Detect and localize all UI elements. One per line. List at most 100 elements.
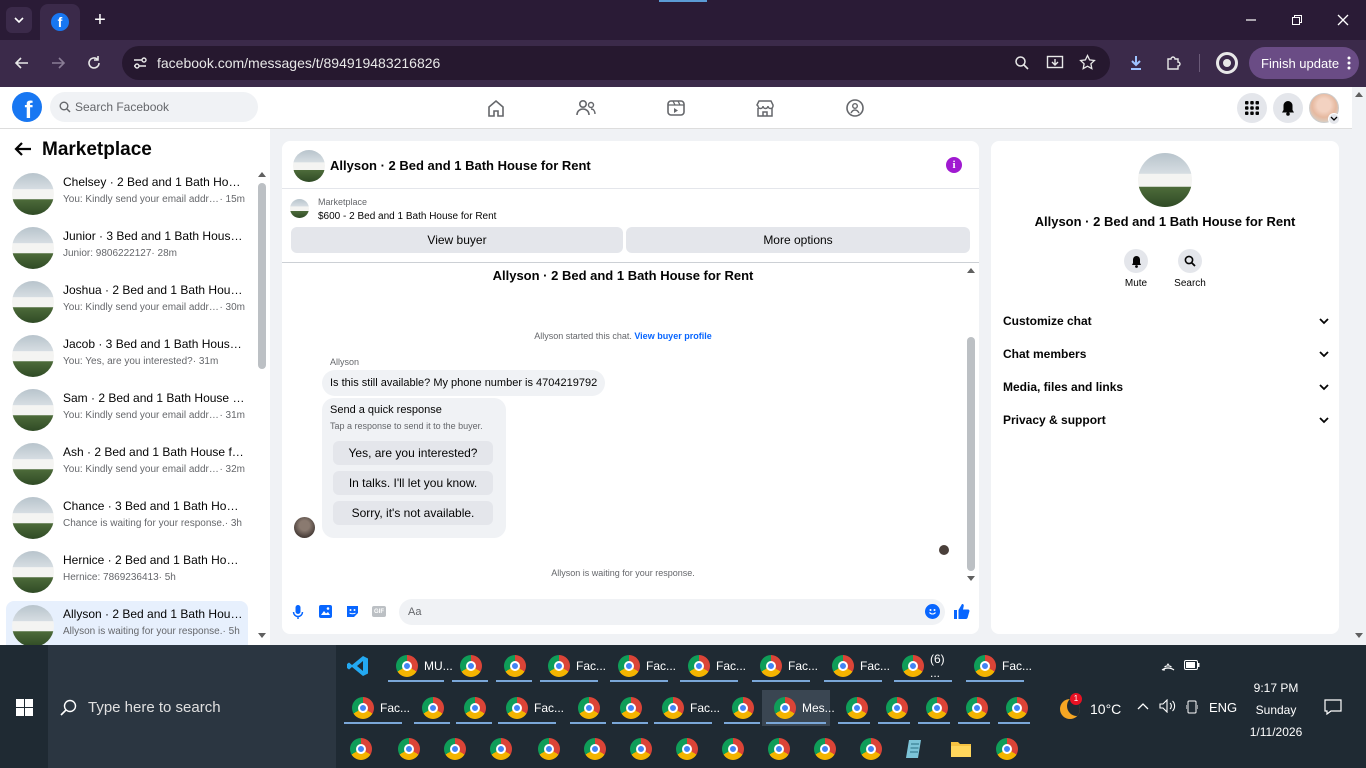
taskbar-chrome-window[interactable]: Fac... bbox=[962, 648, 1032, 684]
microphone-icon[interactable] bbox=[292, 604, 304, 620]
taskbar-chrome-window[interactable]: Fac... bbox=[820, 648, 890, 684]
taskbar-chrome-window[interactable] bbox=[574, 731, 618, 767]
back-arrow-icon[interactable] bbox=[14, 141, 32, 160]
attach-image-icon[interactable] bbox=[318, 604, 333, 619]
taskbar-search-box[interactable]: Type here to search bbox=[48, 645, 336, 768]
taskbar-chrome-window[interactable] bbox=[434, 731, 478, 767]
taskbar-chrome-window[interactable]: Mes... bbox=[762, 690, 835, 726]
taskbar-chrome-window[interactable]: MU... bbox=[384, 648, 453, 684]
taskbar-chrome-window[interactable]: Fac... bbox=[748, 648, 818, 684]
language-indicator[interactable]: ENG bbox=[1209, 700, 1237, 715]
taskbar-chrome-window[interactable]: (6) ... bbox=[890, 648, 956, 684]
taskbar-chrome-window[interactable]: Fac... bbox=[650, 690, 720, 726]
taskbar-chrome-window[interactable] bbox=[712, 731, 756, 767]
sidebar-scrollbar-track[interactable] bbox=[256, 169, 268, 645]
message-bubble[interactable]: Is this still available? My phone number… bbox=[322, 370, 606, 396]
taskbar-chrome-window[interactable] bbox=[620, 731, 664, 767]
mute-button[interactable]: Mute bbox=[1121, 249, 1151, 295]
show-hidden-icons-icon[interactable] bbox=[1137, 702, 1149, 710]
taskbar-chrome-window[interactable] bbox=[388, 731, 432, 767]
customize-chat-section[interactable]: Customize chat bbox=[1003, 311, 1329, 331]
taskbar-chrome-window[interactable]: Fac... bbox=[676, 648, 746, 684]
taskbar-chrome-window[interactable] bbox=[834, 690, 874, 726]
taskbar-chrome-window[interactable] bbox=[874, 690, 914, 726]
restore-button[interactable] bbox=[1274, 0, 1320, 40]
sticker-icon[interactable] bbox=[345, 604, 360, 619]
taskbar-chrome-window[interactable] bbox=[410, 690, 454, 726]
scroll-down-icon[interactable] bbox=[967, 576, 975, 582]
taskbar-file-explorer[interactable] bbox=[950, 731, 980, 767]
notification-center-icon[interactable] bbox=[1324, 699, 1342, 715]
weather-widget[interactable]: 1 10°C bbox=[1058, 693, 1126, 721]
profile-icon[interactable] bbox=[1216, 52, 1238, 74]
chat-list-item[interactable]: Hernice · 2 Bed and 1 Bath House for Ren… bbox=[6, 547, 248, 599]
taskbar-chrome-window[interactable] bbox=[954, 690, 994, 726]
view-buyer-profile-link[interactable]: View buyer profile bbox=[634, 331, 711, 341]
search-in-chat-button[interactable]: Search bbox=[1174, 249, 1206, 295]
taskbar-vscode[interactable] bbox=[346, 648, 374, 684]
scroll-up-icon[interactable] bbox=[1355, 91, 1363, 97]
taskbar-chrome-window[interactable] bbox=[720, 690, 764, 726]
chat-list-item[interactable]: Junior · 3 Bed and 1 Bath House for Rent… bbox=[6, 223, 248, 275]
finish-update-button[interactable]: Finish update bbox=[1249, 47, 1359, 79]
active-tab[interactable]: f bbox=[40, 4, 80, 40]
taskbar-chrome-window[interactable] bbox=[666, 731, 710, 767]
tab-search-button[interactable] bbox=[6, 7, 32, 33]
site-info-icon[interactable] bbox=[132, 55, 148, 71]
menu-button[interactable] bbox=[1237, 93, 1267, 123]
marketplace-nav-icon[interactable] bbox=[753, 97, 777, 119]
close-window-button[interactable] bbox=[1320, 0, 1366, 40]
taskbar-chrome-window[interactable] bbox=[608, 690, 652, 726]
quick-response-yes[interactable]: Yes, are you interested? bbox=[333, 441, 493, 465]
taskbar-chrome-window[interactable] bbox=[758, 731, 802, 767]
friends-nav-icon[interactable] bbox=[574, 97, 598, 119]
taskbar-chrome-window[interactable] bbox=[492, 648, 536, 684]
taskbar-chrome-window[interactable]: Fac... bbox=[536, 648, 606, 684]
taskbar-chrome-window[interactable] bbox=[340, 731, 384, 767]
facebook-logo-icon[interactable]: f bbox=[12, 92, 42, 122]
bookmark-star-icon[interactable] bbox=[1079, 54, 1096, 71]
forward-button[interactable] bbox=[46, 51, 70, 75]
taskbar-chrome-window[interactable] bbox=[996, 731, 1026, 767]
sidebar-scrollbar-thumb[interactable] bbox=[258, 183, 266, 369]
chat-list-item[interactable]: Sam · 2 Bed and 1 Bath House for Rent You… bbox=[6, 385, 248, 437]
chat-header-title[interactable]: Allyson · 2 Bed and 1 Bath House for Ren… bbox=[330, 158, 591, 173]
taskbar-chrome-window[interactable]: Fac... bbox=[340, 690, 410, 726]
privacy-support-section[interactable]: Privacy & support bbox=[1003, 410, 1329, 430]
url-text[interactable]: facebook.com/messages/t/894919483216826 bbox=[157, 55, 440, 71]
start-button[interactable] bbox=[0, 685, 48, 729]
taskbar-chrome-window[interactable] bbox=[528, 731, 572, 767]
taskbar-chrome-window[interactable] bbox=[480, 731, 524, 767]
omnibox[interactable]: facebook.com/messages/t/894919483216826 bbox=[122, 46, 1110, 80]
thumbs-up-icon[interactable] bbox=[953, 603, 970, 620]
minimize-button[interactable] bbox=[1228, 0, 1274, 40]
view-buyer-button[interactable]: View buyer bbox=[291, 227, 623, 253]
downloads-icon[interactable] bbox=[1128, 54, 1144, 72]
scroll-up-icon[interactable] bbox=[967, 267, 975, 273]
scroll-down-icon[interactable] bbox=[258, 633, 266, 639]
quick-response-not-available[interactable]: Sorry, it's not available. bbox=[333, 501, 493, 525]
info-avatar[interactable] bbox=[1138, 153, 1192, 207]
groups-nav-icon[interactable] bbox=[843, 97, 867, 119]
zoom-icon[interactable] bbox=[1014, 55, 1030, 71]
notifications-button[interactable] bbox=[1273, 93, 1303, 123]
clock[interactable]: 9:17 PM Sunday 1/11/2026 bbox=[1244, 677, 1308, 743]
taskbar-chrome-window[interactable]: Fac... bbox=[494, 690, 564, 726]
chat-list-item[interactable]: Jacob · 3 Bed and 1 Bath House for Rent Y… bbox=[6, 331, 248, 383]
taskbar-chrome-window[interactable] bbox=[448, 648, 492, 684]
chat-scrollbar-track[interactable] bbox=[965, 265, 977, 585]
info-icon[interactable]: i bbox=[946, 157, 962, 173]
scroll-down-icon[interactable] bbox=[1355, 633, 1363, 639]
account-chevron-icon[interactable] bbox=[1328, 113, 1340, 125]
new-tab-button[interactable]: + bbox=[88, 8, 112, 32]
chat-header-avatar[interactable] bbox=[293, 150, 325, 182]
chat-list-item[interactable]: Ash · 2 Bed and 1 Bath House for Rent You… bbox=[6, 439, 248, 491]
emoji-icon[interactable] bbox=[925, 604, 940, 619]
taskbar-chrome-window[interactable] bbox=[452, 690, 496, 726]
device-icon[interactable] bbox=[1186, 700, 1198, 714]
taskbar-chrome-window[interactable] bbox=[804, 731, 848, 767]
scroll-up-icon[interactable] bbox=[258, 171, 266, 177]
taskbar-chrome-window[interactable] bbox=[994, 690, 1034, 726]
message-input[interactable]: Aa bbox=[399, 599, 945, 625]
home-nav-icon[interactable] bbox=[484, 97, 508, 119]
